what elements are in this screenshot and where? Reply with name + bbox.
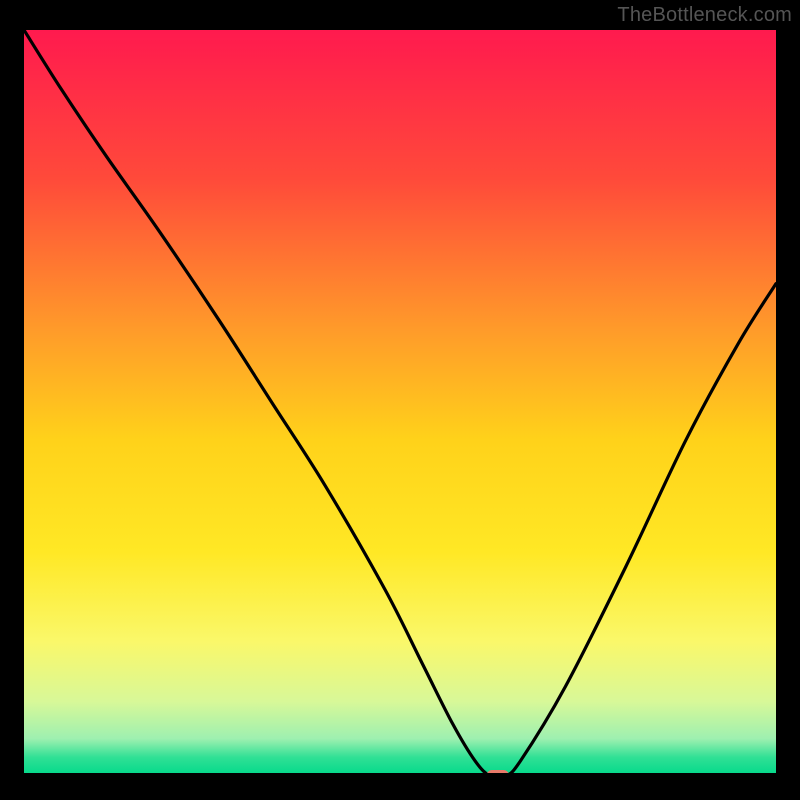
gradient-background xyxy=(24,30,776,776)
bottleneck-chart xyxy=(24,30,776,776)
chart-container: TheBottleneck.com xyxy=(0,0,800,800)
plot-area xyxy=(24,30,776,776)
watermark-text: TheBottleneck.com xyxy=(617,4,792,27)
